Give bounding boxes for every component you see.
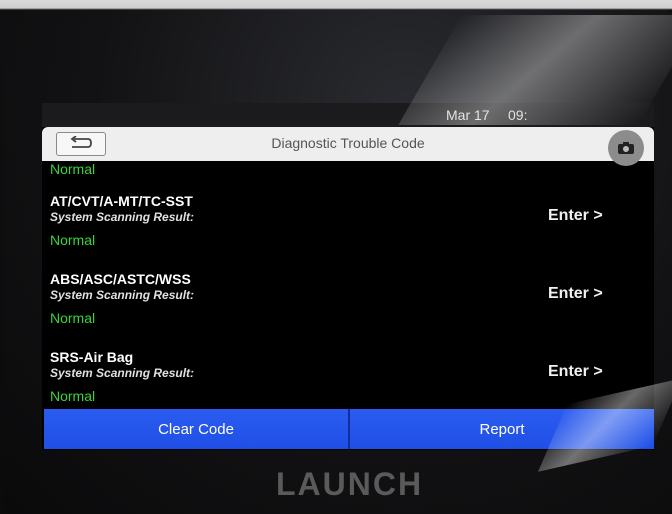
enter-button[interactable]: Enter > — [548, 285, 603, 303]
camera-icon — [618, 142, 634, 154]
system-name: SRS-Air Bag — [50, 349, 134, 365]
status-normal: Normal — [50, 310, 96, 326]
scan-result-label: System Scanning Result: — [50, 288, 195, 302]
launch-logo: LAUNCH — [276, 466, 424, 502]
status-normal: Normal — [50, 388, 96, 404]
page-title: Diagnostic Trouble Code — [271, 135, 425, 151]
system-name: AT/CVT/A-MT/TC-SST — [50, 193, 193, 209]
bottom-action-bar: Clear Code Report — [44, 409, 654, 449]
enter-button[interactable]: Enter > — [548, 363, 603, 381]
system-list: Normal AT/CVT/A-MT/TC-SST System Scannin… — [42, 161, 654, 409]
clear-code-button[interactable]: Clear Code — [44, 409, 348, 449]
enter-button[interactable]: Enter > — [548, 207, 603, 225]
screenshot-button[interactable] — [608, 130, 644, 166]
report-button[interactable]: Report — [348, 409, 654, 449]
device-screen: Mar 17 09: Diagnostic Trouble Code Norma… — [42, 103, 654, 450]
status-date: Mar 17 — [446, 107, 490, 123]
status-bar: Mar 17 09: — [42, 103, 654, 127]
system-name: ABS/ASC/ASTC/WSS — [50, 271, 191, 287]
status-time: 09: — [508, 107, 528, 123]
status-normal: Normal — [50, 161, 96, 177]
scan-result-label: System Scanning Result: — [50, 366, 195, 380]
list-item-abs: ABS/ASC/ASTC/WSS System Scanning Result:… — [50, 271, 646, 341]
list-item-at-cvt: AT/CVT/A-MT/TC-SST System Scanning Resul… — [50, 193, 646, 263]
scan-result-label: System Scanning Result: — [50, 210, 195, 224]
title-bar: Diagnostic Trouble Code — [42, 127, 654, 161]
status-normal: Normal — [50, 232, 96, 248]
